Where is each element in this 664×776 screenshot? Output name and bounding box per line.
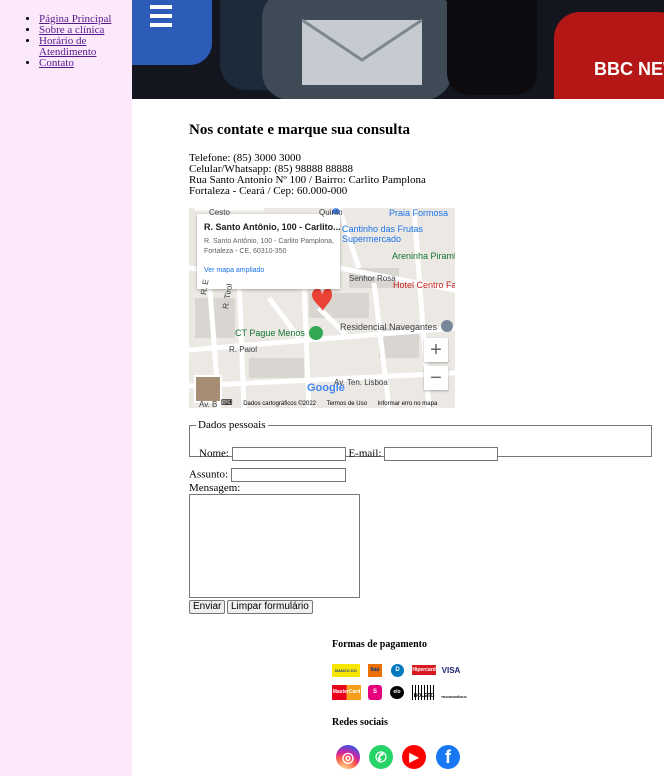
view-larger-map-link[interactable]: Ver mapa ampliado	[204, 267, 264, 274]
nav-link-hours[interactable]: Horário de Atendimento	[39, 35, 96, 58]
map-label-cesto: Cesto	[209, 208, 230, 217]
map-label-av-b: Av. B	[199, 400, 218, 408]
whatsapp-icon[interactable]: ✆	[369, 745, 393, 769]
subject-row: Assunto:	[189, 468, 346, 482]
payment-boleto: BOLETO	[412, 685, 436, 700]
payment-elo: elo	[390, 686, 404, 699]
payment-banco-brasil: BANCO DO BRASIL	[332, 664, 360, 677]
name-row: Nome: E-mail:	[199, 447, 499, 461]
map-label-residencial: Residencial Navegantes	[340, 322, 438, 332]
payment-hipercard: Hipercard	[412, 665, 436, 675]
message-label: Mensagem:	[189, 482, 241, 494]
news-label: BBC NEW	[594, 59, 664, 79]
map-label-cantinho: Cantinho das Frutas Supermercado	[342, 224, 424, 244]
nav-link-contact[interactable]: Contato	[39, 57, 74, 69]
embedded-map[interactable]: R. Santo Antônio, 100 - Carlito... R. Sa…	[189, 208, 455, 408]
reset-button[interactable]: Limpar formulário	[227, 600, 313, 614]
docs-app-icon	[132, 0, 212, 65]
instagram-icon[interactable]: ◎	[336, 745, 360, 769]
zoom-in-button[interactable]: +	[424, 338, 448, 362]
app-icons-photo: 2 BBC NEW	[132, 0, 664, 99]
facebook-icon[interactable]: f	[436, 745, 460, 769]
page-title: Nos contate e marque sua consulta	[189, 122, 410, 138]
map-data-credit: Dados cartográficos ©2022	[243, 401, 317, 407]
map-report-link[interactable]: Informar erro no mapa	[378, 401, 438, 407]
payment-sodexo: S	[368, 685, 382, 700]
map-label-areninha: Areninha Piraml	[392, 251, 455, 261]
personal-data-fieldset: Dados pessoais Nome: E-mail:	[189, 419, 652, 461]
map-footer: ⌨ Dados cartográficos ©2022 Termos de Us…	[221, 398, 446, 408]
map-place-title: R. Santo Antônio, 100 - Carlito...	[204, 222, 341, 232]
map-terms-link[interactable]: Termos de Uso	[327, 401, 367, 407]
map-label-praia-formosa: Praia Formosa	[389, 208, 449, 218]
map-label-ct-pague-menos: CT Pague Menos	[235, 328, 305, 338]
map-place-address: R. Santo Antônio, 100 - Carlito Pamplona…	[204, 238, 334, 255]
satellite-thumbnail	[194, 375, 222, 403]
keyboard-icon[interactable]: ⌨	[221, 398, 233, 407]
map-label-quinto: Quinto	[319, 208, 343, 217]
contact-city: Fortaleza - Ceará / Cep: 60.000-000	[189, 185, 348, 197]
nav-list: Página Principal Sobre a clínica Horário…	[0, 0, 132, 69]
payment-diners: D	[391, 664, 404, 677]
name-field[interactable]	[231, 447, 346, 461]
payment-mastercard: MasterCard	[332, 685, 361, 700]
subject-label: Assunto:	[189, 468, 229, 481]
payment-itau: Itaú	[368, 664, 382, 677]
nav-item-hours: Horário de Atendimento	[39, 36, 119, 58]
fieldset-legend: Dados pessoais	[198, 419, 266, 431]
subject-field[interactable]	[230, 468, 346, 482]
payment-visa: VISA	[441, 666, 461, 675]
payment-transferencia: TRANSFERÊNCIA	[441, 695, 467, 699]
google-logo: Google	[307, 382, 345, 394]
submit-button[interactable]: Enviar	[189, 600, 226, 614]
map-label-r-paiol: R. Paiol	[229, 345, 258, 354]
contact-info: Telefone: (85) 3000 3000 Celular/Whatsap…	[189, 153, 426, 197]
nav-item-contact: Contato	[39, 58, 119, 69]
sidebar: Página Principal Sobre a clínica Horário…	[0, 0, 132, 776]
news-app-icon	[554, 12, 664, 99]
name-label: Nome:	[199, 447, 229, 460]
map-label-senhor-rosa: Senhor Rosa	[349, 274, 396, 283]
banner-image: 2 BBC NEW	[132, 0, 664, 99]
store-pin-icon	[309, 326, 323, 340]
map-place-card: R. Santo Antônio, 100 - Carlito... R. Sa…	[197, 214, 341, 289]
youtube-icon[interactable]: ▶	[402, 745, 426, 769]
map-label-hotel: Hotel Centro Fa	[393, 280, 455, 290]
email-field[interactable]	[384, 447, 499, 461]
message-textarea[interactable]	[189, 494, 360, 598]
social-title: Redes sociais	[332, 717, 388, 728]
email-label: E-mail:	[348, 447, 382, 460]
payment-title: Formas de pagamento	[332, 639, 427, 650]
zoom-out-button[interactable]: −	[424, 366, 448, 390]
